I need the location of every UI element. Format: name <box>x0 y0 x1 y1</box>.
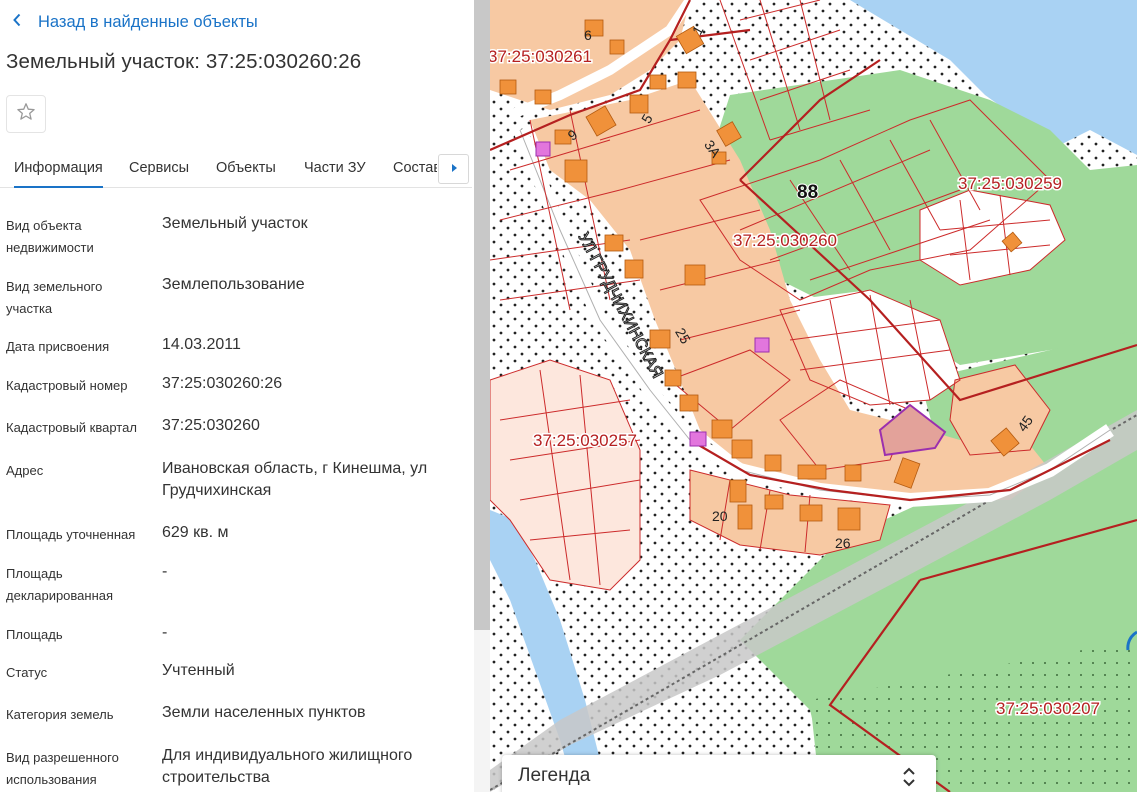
field-label: Адрес <box>6 463 44 478</box>
field-label: Категория земель <box>6 707 114 722</box>
quarter-label-030259: 37:25:030259 <box>958 174 1062 193</box>
back-link-label: Назад в найденные объекты <box>38 12 258 31</box>
tabs-viewport: Информация Сервисы Объекты Части ЗУ Сост… <box>0 150 437 188</box>
field-value: 37:25:030260:26 <box>162 375 283 392</box>
house-number-6: 6 <box>584 27 592 43</box>
field-value: 629 кв. м <box>162 524 229 541</box>
field-label: Вид объекта недвижимости <box>6 218 94 255</box>
star-icon <box>16 102 36 127</box>
tab-bar: Информация Сервисы Объекты Части ЗУ Сост… <box>0 150 472 188</box>
field-label: Площадь <box>6 627 63 642</box>
tab-services[interactable]: Сервисы <box>129 150 189 188</box>
scrollbar-thumb[interactable] <box>474 0 490 630</box>
field-value: - <box>162 563 168 580</box>
field-label: Вид разрешенного использования <box>6 750 119 787</box>
field-label: Дата присвоения <box>6 339 110 354</box>
field-value: 37:25:030260 <box>162 417 260 434</box>
field-value: Учтенный <box>162 662 235 679</box>
chevron-left-icon <box>12 13 38 32</box>
tabs-next-button[interactable] <box>438 154 469 184</box>
field-label: Кадастровый номер <box>6 378 128 393</box>
quarter-label-030261: 37:25:030261 <box>490 47 592 66</box>
info-panel: Назад в найденные объекты Земельный учас… <box>0 0 474 792</box>
field-value: Ивановская область, г Кинешма, ул Грудчи… <box>162 460 428 499</box>
cadastral-map[interactable]: 37:25:030261 37:25:030259 37:25:030260 3… <box>490 0 1137 792</box>
tab-information[interactable]: Информация <box>14 150 103 188</box>
tab-composition[interactable]: Состав <box>393 150 437 188</box>
expand-collapse-icon[interactable] <box>898 765 920 789</box>
page-title: Земельный участок: 37:25:030260:26 <box>6 50 362 73</box>
quarter-label-030207: 37:25:030207 <box>996 699 1100 718</box>
marker-parcel-2 <box>754 337 770 353</box>
field-label: Площадь декларированная <box>6 566 114 603</box>
marker-parcel-1 <box>535 141 551 157</box>
parcel-number-88: 88 <box>797 182 818 203</box>
field-label: Кадастровый квартал <box>6 420 137 435</box>
back-link[interactable]: Назад в найденные объекты <box>12 11 258 33</box>
field-value: Для индивидуального жилищного строительс… <box>162 747 413 786</box>
field-value: Земли населенных пунктов <box>162 704 366 721</box>
field-label: Площадь уточненная <box>6 527 136 542</box>
panel-scrollbar[interactable] <box>474 0 490 792</box>
field-label: Вид земельного участка <box>6 279 103 316</box>
house-number-20: 20 <box>712 508 728 524</box>
field-value: - <box>162 624 168 641</box>
tab-objects[interactable]: Объекты <box>216 150 276 188</box>
map-canvas: 37:25:030261 37:25:030259 37:25:030260 3… <box>490 0 1137 792</box>
house-number-26: 26 <box>835 535 851 551</box>
quarter-label-030260: 37:25:030260 <box>733 231 837 250</box>
legend-label: Легенда <box>518 765 591 786</box>
field-value: Земельный участок <box>162 215 308 232</box>
favorite-button[interactable] <box>6 95 46 133</box>
caret-right-icon <box>450 160 458 178</box>
legend-panel[interactable]: Легенда <box>502 755 936 792</box>
field-value: Землепользование <box>162 276 305 293</box>
marker-parcel-3 <box>689 431 707 447</box>
tab-parts[interactable]: Части ЗУ <box>304 150 366 188</box>
field-value: 14.03.2011 <box>162 336 241 353</box>
quarter-label-030257: 37:25:030257 <box>533 431 637 450</box>
field-label: Статус <box>6 665 48 680</box>
